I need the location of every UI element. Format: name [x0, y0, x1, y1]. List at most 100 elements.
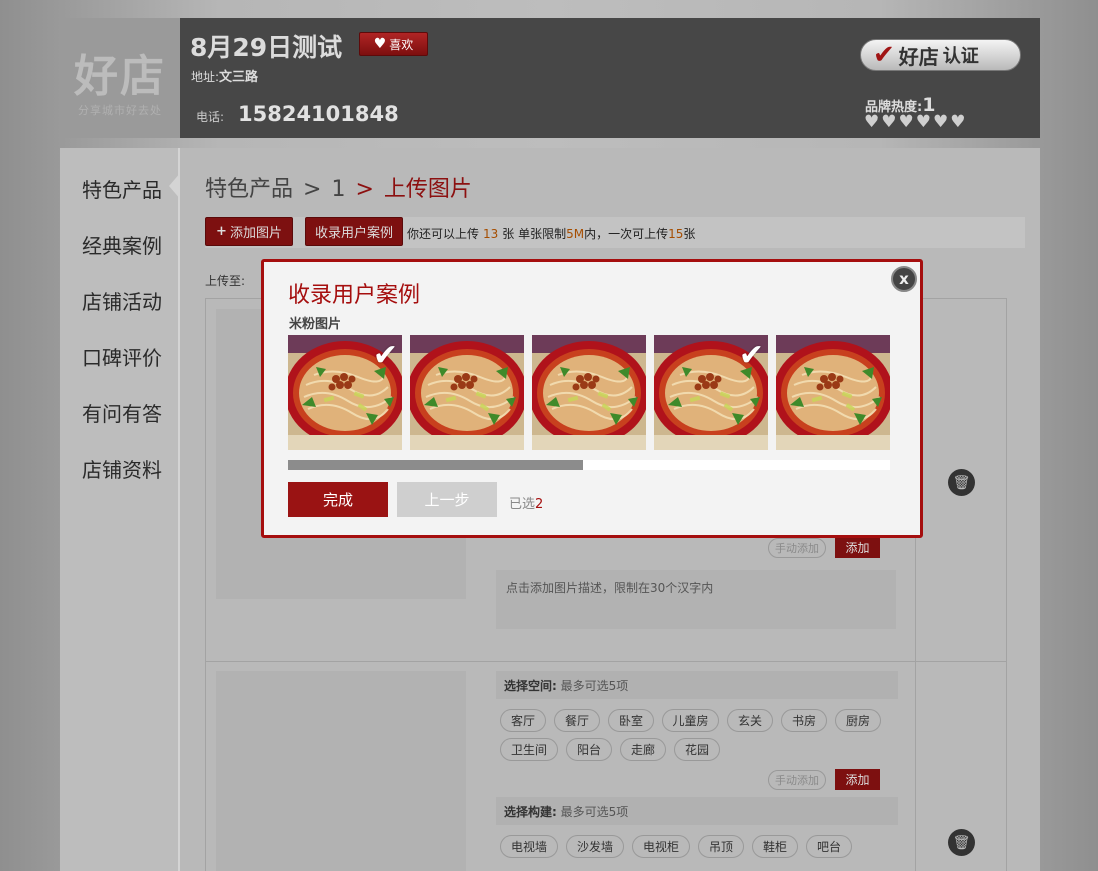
- sidebar: 特色产品 经典案例 店铺活动 口碑评价 有问有答 店铺资料: [60, 148, 181, 871]
- remaining-count: 13: [483, 227, 499, 241]
- upload-toolbar: + 添加图片 收录用户案例 你还可以上传 13 张 单张限制5M内，一次可上传15张: [205, 217, 1025, 248]
- build-title: 选择构建:: [504, 805, 557, 819]
- selected-number: 2: [535, 497, 544, 512]
- heart-icon: ♥: [915, 112, 931, 132]
- tag-space[interactable]: 卫生间: [500, 738, 558, 761]
- build-hint: 最多可选5项: [560, 805, 629, 819]
- build-section-header: 选择构建: 最多可选5项: [496, 797, 898, 825]
- heart-icon: ♥: [898, 112, 914, 132]
- collect-cases-button[interactable]: 收录用户案例: [305, 217, 403, 246]
- logo-text: 好店: [74, 51, 166, 102]
- add-image-label: 添加图片: [229, 226, 282, 241]
- add-image-button[interactable]: + 添加图片: [205, 217, 293, 246]
- tag-space[interactable]: 花园: [674, 738, 720, 761]
- breadcrumb-separator: >: [355, 177, 374, 202]
- scrollbar-thumb[interactable]: [288, 460, 583, 470]
- breadcrumb-mid[interactable]: 1: [331, 177, 345, 202]
- sidebar-item-profile[interactable]: 店铺资料: [82, 454, 162, 483]
- space-section-header: 选择空间: 最多可选5项: [496, 671, 898, 699]
- breadcrumb: 特色产品 > 1 > 上传图片: [205, 171, 472, 203]
- heart-icon: ♥: [950, 112, 966, 132]
- sidebar-item-reviews[interactable]: 口碑评价: [82, 342, 162, 371]
- tag-space[interactable]: 玄关: [727, 709, 773, 732]
- tag-build[interactable]: 吧台: [806, 835, 852, 858]
- size-limit: 5M: [566, 227, 585, 241]
- shop-title: 8月29日测试: [190, 33, 343, 62]
- image-description-input[interactable]: 点击添加图片描述，限制在30个汉字内: [496, 570, 896, 629]
- tag-space[interactable]: 客厅: [500, 709, 546, 732]
- space-hint: 最多可选5项: [560, 679, 629, 693]
- case-photo[interactable]: ✔: [288, 335, 402, 450]
- tag-build[interactable]: 吊顶: [698, 835, 744, 858]
- heat-rating: ♥ ♥ ♥ ♥ ♥ ♥: [864, 114, 966, 131]
- breadcrumb-separator: >: [303, 177, 322, 202]
- trash-icon[interactable]: 🗑: [948, 829, 975, 856]
- heart-icon: ♥: [864, 112, 880, 132]
- tag-space[interactable]: 卧室: [608, 709, 654, 732]
- tag-space[interactable]: 儿童房: [662, 709, 719, 732]
- collect-cases-dialog: x 收录用户案例 米粉图片 ✔ ✔ 完成 上一步 已选2: [261, 259, 923, 538]
- case-photo[interactable]: [776, 335, 890, 450]
- upload-hint: 你还可以上传 13 张 单张限制5M内，一次可上传15张: [407, 225, 695, 242]
- sidebar-item-products[interactable]: 特色产品: [82, 174, 162, 203]
- done-button[interactable]: 完成: [288, 482, 388, 517]
- tag-space[interactable]: 阳台: [566, 738, 612, 761]
- like-label: 喜欢: [389, 37, 414, 52]
- tag-build[interactable]: 电视柜: [632, 835, 690, 858]
- tag-build[interactable]: 沙发墙: [566, 835, 624, 858]
- image-slot[interactable]: [216, 671, 466, 871]
- manual-add-button[interactable]: 手动添加: [768, 538, 826, 558]
- case-photo[interactable]: [532, 335, 646, 450]
- tag-space[interactable]: 餐厅: [554, 709, 600, 732]
- add-tag-button[interactable]: 添加: [835, 769, 880, 790]
- tag-build[interactable]: 鞋柜: [752, 835, 798, 858]
- address-label: 地址:: [191, 70, 220, 84]
- trash-icon[interactable]: 🗑: [948, 469, 975, 496]
- previous-step-button[interactable]: 上一步: [397, 482, 497, 517]
- dialog-title: 收录用户案例: [288, 283, 421, 308]
- sidebar-item-qa[interactable]: 有问有答: [82, 398, 162, 427]
- hint-text: 你还可以上传: [407, 227, 480, 241]
- case-photo[interactable]: ✔: [654, 335, 768, 450]
- breadcrumb-root[interactable]: 特色产品: [205, 171, 293, 203]
- hint-text: 内，一次可上传: [584, 227, 669, 241]
- plus-icon: +: [216, 224, 227, 239]
- shop-address: 地址:文三路: [191, 66, 258, 85]
- shop-header: 好店 分享城市好去处 8月29日测试 ♥ 喜欢 地址:文三路 电话: 15824…: [60, 18, 1040, 138]
- heart-icon: ♥: [881, 112, 897, 132]
- upload-to-label: 上传至:: [205, 274, 246, 288]
- tag-space[interactable]: 走廊: [620, 738, 666, 761]
- tag-space[interactable]: 书房: [781, 709, 827, 732]
- hint-text: 张: [683, 227, 696, 241]
- tag-build[interactable]: 电视墙: [500, 835, 558, 858]
- sidebar-item-cases[interactable]: 经典案例: [82, 230, 162, 259]
- sidebar-item-activities[interactable]: 店铺活动: [82, 286, 162, 315]
- shop-logo: 好店 分享城市好去处: [60, 18, 180, 138]
- tag-space[interactable]: 厨房: [835, 709, 881, 732]
- case-photo[interactable]: [410, 335, 524, 450]
- hint-text: 张 单张限制: [502, 227, 567, 241]
- phone-value: 15824101848: [238, 102, 399, 126]
- phone-label: 电话:: [196, 110, 225, 124]
- selected-label: 已选: [509, 497, 536, 512]
- manual-add-button[interactable]: 手动添加: [768, 770, 826, 790]
- logo-tagline: 分享城市好去处: [78, 104, 162, 117]
- photo-strip: ✔ ✔: [288, 335, 890, 452]
- selected-count: 已选2: [509, 493, 543, 512]
- batch-limit: 15: [668, 227, 684, 241]
- cert-label: 认证: [942, 46, 979, 67]
- row-divider: [206, 661, 1006, 662]
- space-title: 选择空间:: [504, 679, 557, 693]
- checkmark-icon: ✔: [372, 338, 398, 373]
- checkmark-icon: ✔: [738, 338, 764, 373]
- close-icon[interactable]: x: [891, 266, 917, 292]
- cert-brand: 好店: [898, 44, 939, 69]
- add-tag-button[interactable]: 添加: [835, 537, 880, 558]
- like-button[interactable]: ♥ 喜欢: [359, 32, 428, 56]
- heart-icon: ♥: [373, 36, 387, 52]
- breadcrumb-current: 上传图片: [383, 177, 472, 202]
- address-value: 文三路: [219, 70, 259, 85]
- certification-badge: ✔ 好店 认证: [860, 39, 1021, 71]
- dialog-subtitle: 米粉图片: [289, 317, 342, 332]
- photo-scrollbar[interactable]: [288, 460, 890, 470]
